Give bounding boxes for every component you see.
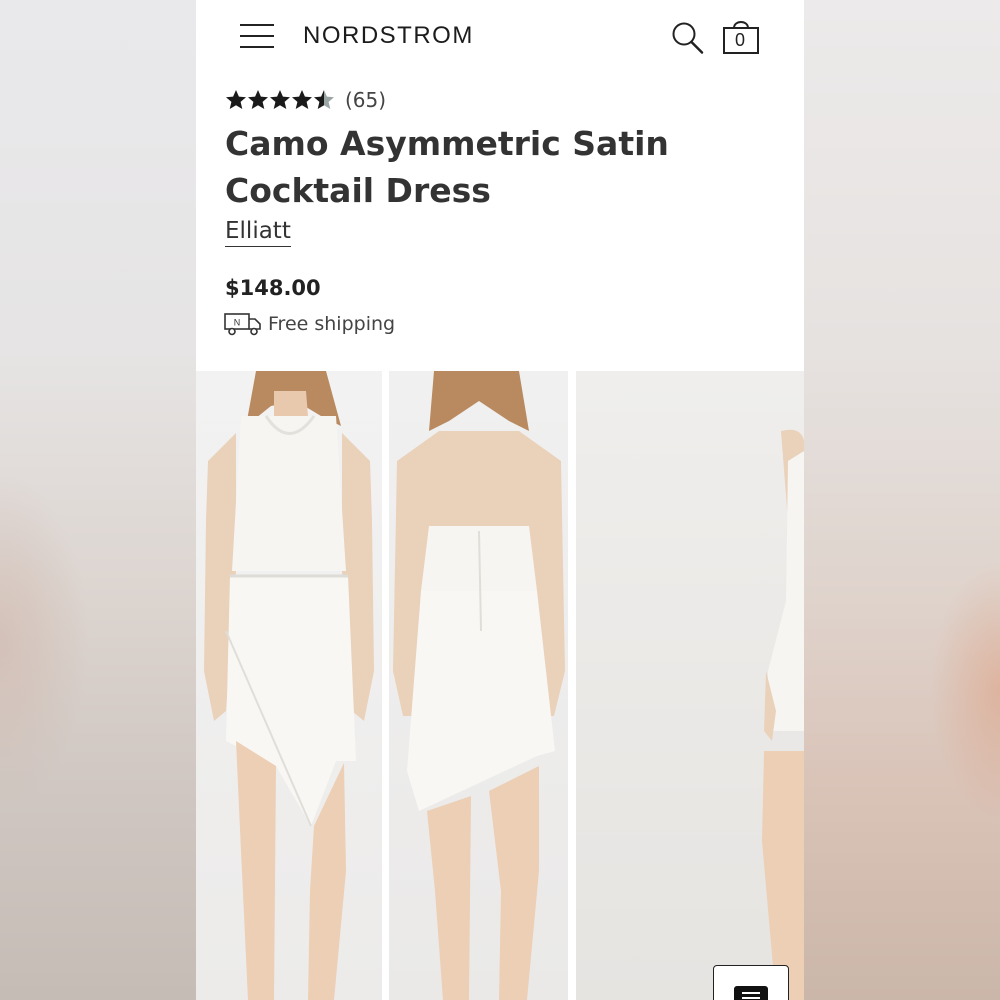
front-view-photo[interactable] [196,371,382,1000]
shipping-label: Free shipping [268,313,396,335]
product-title: Camo Asymmetric Satin Cocktail Dress [225,124,669,210]
brand-link[interactable]: Elliatt [225,218,291,247]
product-rating[interactable]: (65) [225,87,386,113]
side-view-photo[interactable] [576,371,804,1000]
star-icon [314,90,334,109]
svg-text:N: N [234,318,241,328]
shipping-info: N Free shipping [224,312,395,336]
search-icon[interactable] [670,20,706,56]
chat-button[interactable] [713,965,789,1000]
mobile-page: NORDSTROM 0 (65) Camo Asymmetric Satin C… [196,0,804,1000]
right-backdrop [804,0,1000,1000]
chat-icon [734,986,768,1000]
back-view-photo[interactable] [389,371,568,1000]
product-gallery [196,371,804,1000]
review-count[interactable]: (65) [345,88,386,112]
star-icon [270,90,290,109]
bag-count: 0 [734,30,745,50]
star-icon [248,90,268,109]
product-price: $148.00 [225,276,321,300]
rating-stars [225,89,335,111]
nordstrom-logo[interactable]: NORDSTROM [303,22,474,50]
left-backdrop [0,0,196,1000]
hamburger-menu-icon[interactable] [240,22,274,50]
shopping-bag-icon[interactable]: 0 [722,18,762,56]
delivery-truck-icon: N [224,313,261,336]
star-icon [292,90,312,109]
site-header: NORDSTROM 0 [196,0,804,78]
star-icon [226,90,246,109]
